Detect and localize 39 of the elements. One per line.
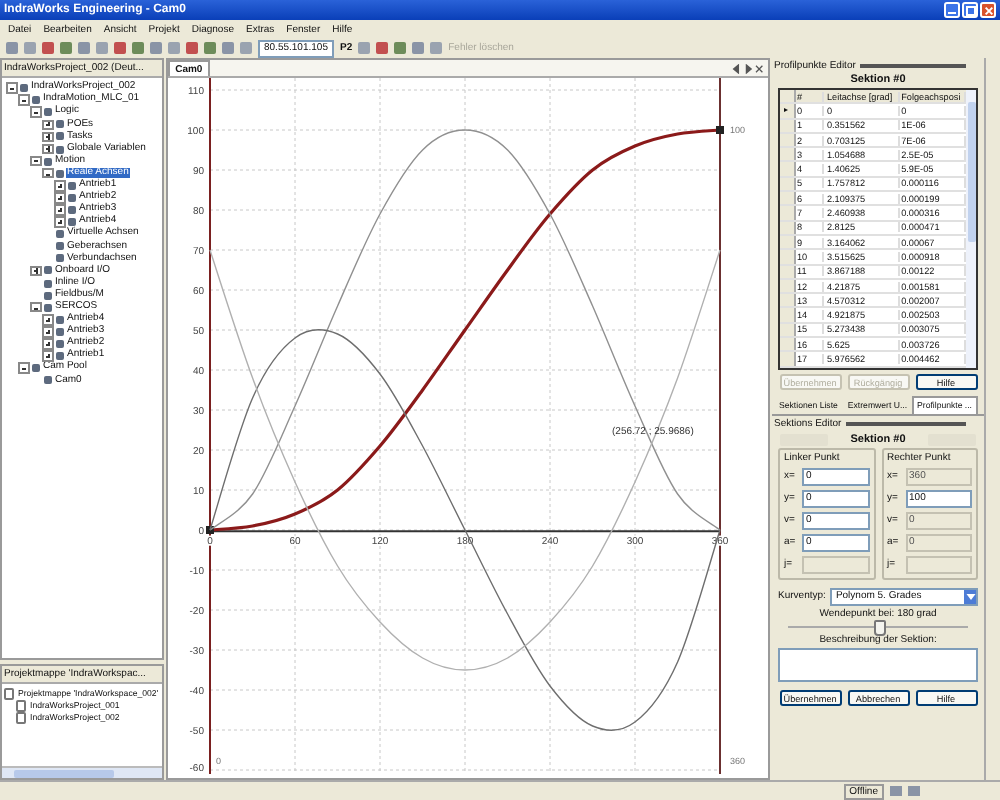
row-marker[interactable] [780,294,795,307]
expander-icon[interactable] [30,265,41,277]
tab-navigation-icon[interactable] [732,63,765,73]
expander-icon[interactable] [42,338,53,350]
row-marker[interactable] [780,352,795,366]
expander-icon[interactable] [54,180,65,192]
expander-icon[interactable] [30,106,41,118]
expander-icon[interactable] [54,216,65,228]
expander-icon[interactable] [42,167,53,179]
row-marker[interactable] [780,162,795,176]
expander-icon[interactable] [18,94,29,106]
expander-icon[interactable] [42,131,53,143]
row-marker[interactable] [780,148,795,161]
expander-icon[interactable] [42,350,53,362]
expander-icon[interactable] [30,155,41,167]
scrollbar[interactable] [966,90,977,368]
description-field[interactable] [778,647,979,682]
close-button[interactable] [980,2,996,18]
expander-icon[interactable] [42,143,53,155]
row-marker[interactable] [780,104,795,118]
minimize-button[interactable] [944,2,960,18]
expander-icon[interactable] [6,82,17,94]
expander-icon[interactable] [42,314,53,326]
expander-icon[interactable] [42,119,53,131]
expander-icon[interactable] [54,192,65,204]
slider-thumb[interactable] [874,619,887,636]
row-marker[interactable] [780,192,795,205]
maximize-button[interactable] [962,2,978,18]
expander-icon[interactable] [30,301,41,313]
expander-icon[interactable] [42,326,53,338]
row-marker[interactable] [780,338,795,351]
row-marker[interactable] [780,308,795,322]
expander-icon[interactable] [54,204,65,216]
cursor-line[interactable] [718,78,721,774]
scrollbar[interactable] [2,766,162,778]
expander-icon[interactable] [18,362,29,374]
row-marker[interactable] [780,206,795,220]
dropdown-arrow-icon[interactable] [964,589,977,604]
row-marker[interactable] [780,250,795,264]
